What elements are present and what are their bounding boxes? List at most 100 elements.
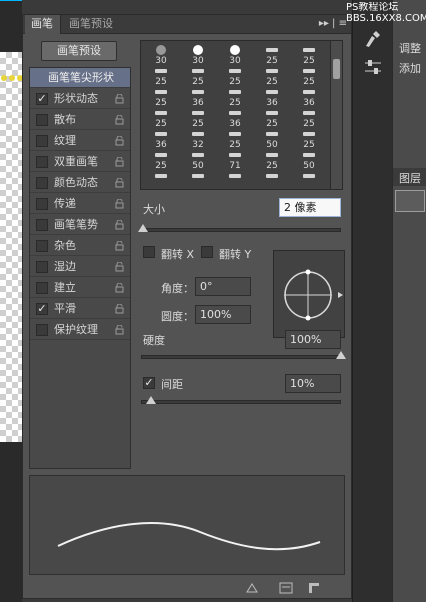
- option-checkbox[interactable]: [36, 114, 48, 126]
- brush-tip-icon: [155, 153, 167, 157]
- lock-icon[interactable]: [115, 304, 124, 314]
- brush-option-1[interactable]: ✓ 形状动态: [30, 89, 130, 109]
- adjustments-panel: 调整 添加 图层: [392, 0, 426, 602]
- brush-option-8[interactable]: 杂色: [30, 236, 130, 256]
- brush-option-2[interactable]: 散布: [30, 110, 130, 130]
- option-checkbox[interactable]: [36, 156, 48, 168]
- option-label: 平滑: [54, 302, 76, 315]
- brush-tip-icon: [193, 45, 203, 55]
- toggle-bristle-preview-icon[interactable]: [245, 582, 259, 594]
- brush-tip-icon: [266, 69, 278, 73]
- panel-menu-icon[interactable]: ▸▸ | ≡: [319, 15, 347, 34]
- open-preset-manager-icon[interactable]: [279, 582, 293, 594]
- spacing-slider[interactable]: [141, 396, 341, 404]
- brush-option-7[interactable]: 画笔笔势: [30, 215, 130, 235]
- option-checkbox[interactable]: [36, 177, 48, 189]
- option-checkbox[interactable]: ✓: [36, 93, 48, 105]
- sliders-icon[interactable]: [363, 58, 383, 76]
- panel-bottom-bar: [23, 578, 351, 598]
- lock-icon[interactable]: [115, 136, 124, 146]
- lock-icon[interactable]: [115, 283, 124, 293]
- brush-tip[interactable]: [219, 169, 251, 193]
- option-checkbox[interactable]: [36, 240, 48, 252]
- flip-y-label: 翻转 Y: [219, 248, 252, 261]
- lock-icon[interactable]: [115, 178, 124, 188]
- brush-option-5[interactable]: 颜色动态: [30, 173, 130, 193]
- grid-scrollbar[interactable]: [330, 41, 342, 189]
- angle-input[interactable]: 0°: [195, 277, 251, 296]
- lock-icon[interactable]: [115, 325, 124, 335]
- option-label: 传递: [54, 197, 76, 210]
- brush-tip-grid[interactable]: 30 30 30 25 25 25 25 25 25 25 25 36 25 36 36 25 25 36 25 25…: [140, 40, 343, 190]
- spacing-label: 间距: [161, 378, 183, 391]
- option-checkbox[interactable]: [36, 198, 48, 210]
- lock-icon[interactable]: [115, 94, 124, 104]
- spacing-checkbox[interactable]: ✓: [143, 377, 155, 389]
- brush-option-3[interactable]: 纹理: [30, 131, 130, 151]
- option-checkbox[interactable]: [36, 135, 48, 147]
- brush-tip-icon: [155, 90, 167, 94]
- option-label: 保护纹理: [54, 323, 98, 336]
- brush-tip-icon: [229, 174, 241, 178]
- brush-option-4[interactable]: 双重画笔: [30, 152, 130, 172]
- brush-option-11[interactable]: ✓ 平滑: [30, 299, 130, 319]
- lock-icon[interactable]: [115, 241, 124, 251]
- watermark: PS教程论坛 BBS.16XX8.COM: [346, 2, 426, 24]
- lock-icon[interactable]: [115, 220, 124, 230]
- brush-tool-icon[interactable]: [363, 30, 383, 48]
- brush-tip[interactable]: [145, 169, 177, 193]
- size-slider-knob[interactable]: [138, 224, 148, 232]
- option-checkbox[interactable]: [36, 219, 48, 231]
- watermark-line-2: BBS.16XX8.COM: [346, 13, 426, 24]
- size-input[interactable]: 2 像素: [279, 198, 341, 217]
- brush-presets-button[interactable]: 画笔预设: [41, 41, 117, 61]
- spacing-slider-knob[interactable]: [146, 396, 156, 404]
- brush-option-12[interactable]: 保护纹理: [30, 320, 130, 340]
- option-label: 形状动态: [54, 92, 98, 105]
- layers-tab[interactable]: 图层: [399, 170, 421, 186]
- adjust-tab[interactable]: 调整: [399, 40, 421, 56]
- brush-option-10[interactable]: 建立: [30, 278, 130, 298]
- brush-tip-icon: [266, 48, 278, 52]
- size-slider[interactable]: [138, 224, 341, 232]
- brush-tip-icon: [192, 174, 204, 178]
- brush-tip[interactable]: [256, 169, 288, 193]
- brush-option-9[interactable]: 湿边: [30, 257, 130, 277]
- lock-icon[interactable]: [115, 262, 124, 272]
- option-checkbox[interactable]: [36, 324, 48, 336]
- lock-icon[interactable]: [115, 199, 124, 209]
- hardness-input[interactable]: 100%: [285, 330, 341, 349]
- angle-roundness-widget[interactable]: [273, 250, 345, 338]
- option-label: 湿边: [54, 260, 76, 273]
- brush-tip[interactable]: [293, 169, 325, 193]
- size-label: 大小: [143, 203, 165, 216]
- flip-y-checkbox[interactable]: [201, 246, 213, 258]
- brush-tip-icon: [230, 45, 240, 55]
- create-new-brush-icon[interactable]: [307, 582, 321, 594]
- option-checkbox[interactable]: [36, 261, 48, 273]
- roundness-input[interactable]: 100%: [195, 305, 251, 324]
- brush-option-6[interactable]: 传递: [30, 194, 130, 214]
- flip-x-checkbox[interactable]: [143, 246, 155, 258]
- option-checkbox[interactable]: [36, 282, 48, 294]
- brush-option-0[interactable]: 画笔笔尖形状: [30, 68, 130, 88]
- brush-tip-icon: [303, 90, 315, 94]
- lock-icon[interactable]: [115, 115, 124, 125]
- tab-brush-presets[interactable]: 画笔预设: [63, 15, 123, 34]
- hardness-slider-knob[interactable]: [336, 351, 346, 359]
- lock-icon[interactable]: [115, 157, 124, 167]
- scrollbar-thumb[interactable]: [333, 59, 340, 79]
- option-label: 双重画笔: [54, 155, 98, 168]
- transparency-checkerboard: [0, 52, 22, 442]
- option-checkbox[interactable]: ✓: [36, 303, 48, 315]
- option-label: 散布: [54, 113, 76, 126]
- brush-tip-icon: [192, 69, 204, 73]
- option-label: 颜色动态: [54, 176, 98, 189]
- brush-tip[interactable]: [182, 169, 214, 193]
- brush-tip-icon: [155, 174, 167, 178]
- layer-thumbnail[interactable]: [395, 190, 425, 212]
- hardness-slider[interactable]: [141, 351, 346, 359]
- spacing-input[interactable]: 10%: [285, 374, 341, 393]
- tab-brush[interactable]: 画笔: [25, 15, 61, 34]
- add-adjustment-label: 添加: [399, 62, 421, 75]
